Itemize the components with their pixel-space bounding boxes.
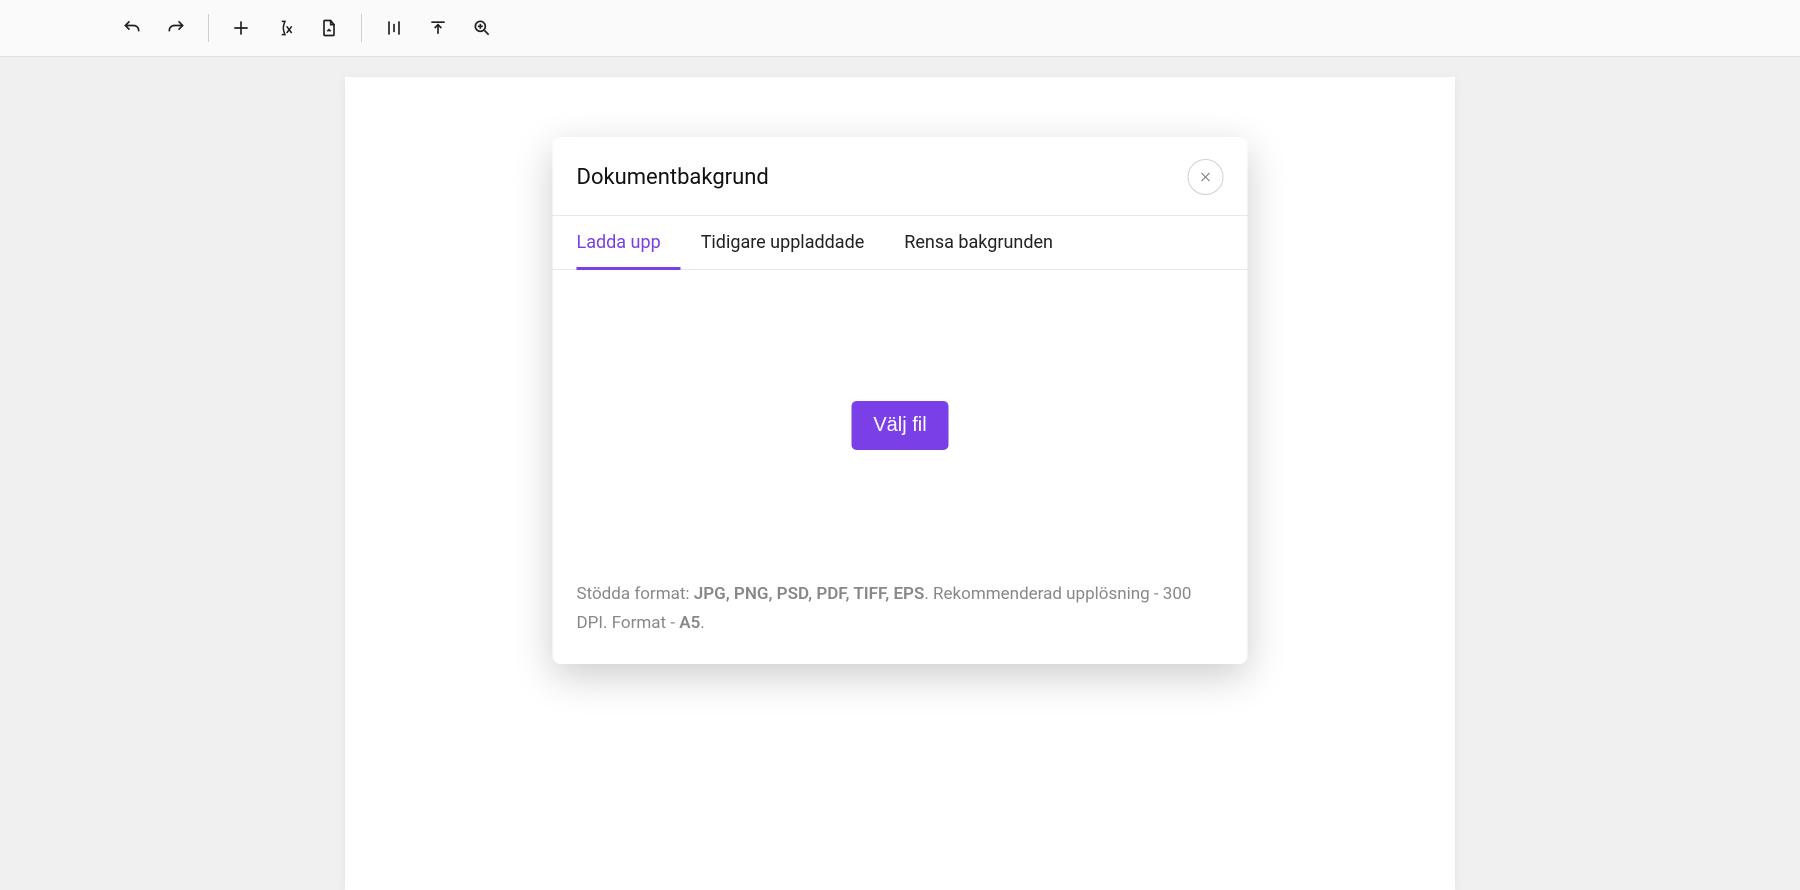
document-background-modal: Dokumentbakgrund Ladda upp Tidigare uppl… <box>553 137 1248 664</box>
align-top-icon <box>428 18 448 38</box>
toolbar <box>0 0 1800 57</box>
choose-file-button[interactable]: Välj fil <box>851 401 948 450</box>
tab-previously-uploaded[interactable]: Tidigare uppladdade <box>681 216 885 270</box>
zoom-icon <box>472 18 492 38</box>
toolbar-separator <box>208 14 209 42</box>
modal-tabs: Ladda upp Tidigare uppladdade Rensa bakg… <box>553 216 1248 270</box>
modal-title: Dokumentbakgrund <box>577 165 769 190</box>
redo-button[interactable] <box>154 8 198 48</box>
modal-footer-info: Stödda format: JPG, PNG, PSD, PDF, TIFF,… <box>553 580 1248 664</box>
align-top-button[interactable] <box>416 8 460 48</box>
plus-icon <box>231 18 251 38</box>
close-button[interactable] <box>1188 159 1224 195</box>
redo-icon <box>166 18 186 38</box>
supported-prefix: Stödda format: <box>577 584 694 604</box>
canvas-area: Dokumentbakgrund Ladda upp Tidigare uppl… <box>0 57 1800 890</box>
page-button[interactable] <box>307 8 351 48</box>
supported-formats: JPG, PNG, PSD, PDF, TIFF, EPS <box>694 584 925 604</box>
formula-icon <box>275 18 295 38</box>
modal-header: Dokumentbakgrund <box>553 137 1248 216</box>
add-button[interactable] <box>219 8 263 48</box>
page-format: A5 <box>679 613 700 633</box>
align-horizontal-button[interactable] <box>372 8 416 48</box>
undo-icon <box>122 18 142 38</box>
align-horizontal-icon <box>384 18 404 38</box>
modal-body: Välj fil <box>553 270 1248 580</box>
zoom-button[interactable] <box>460 8 504 48</box>
tab-upload[interactable]: Ladda upp <box>577 216 681 270</box>
tab-clear-background[interactable]: Rensa bakgrunden <box>884 216 1073 270</box>
page-icon <box>319 18 339 38</box>
undo-button[interactable] <box>110 8 154 48</box>
footer-suffix: . <box>700 613 704 633</box>
formula-button[interactable] <box>263 8 307 48</box>
toolbar-separator <box>361 14 362 42</box>
close-icon <box>1199 170 1213 184</box>
